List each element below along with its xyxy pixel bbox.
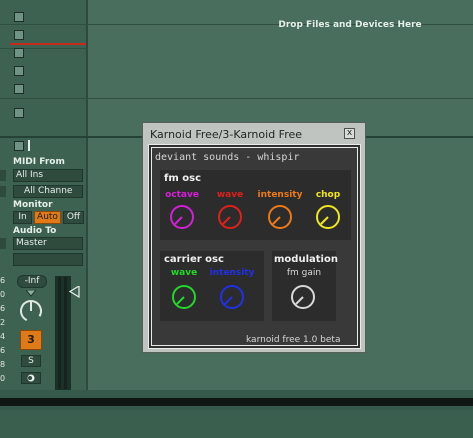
carrier-osc-title: carrier osc bbox=[164, 254, 224, 265]
midi-channel-value: All Channe bbox=[24, 186, 73, 196]
pan-knob[interactable] bbox=[18, 298, 44, 324]
monitor-off-button[interactable]: Off bbox=[63, 211, 84, 224]
dropdown-arrow-icon[interactable] bbox=[0, 238, 6, 249]
preset-header: deviant sounds - whispir bbox=[155, 152, 300, 163]
track-activator-button[interactable]: 3 bbox=[20, 330, 42, 350]
meter-scale-label: 4 bbox=[0, 332, 6, 341]
plugin-frame: deviant sounds - whispir fm osc octave w… bbox=[148, 144, 361, 349]
track-activator-checkbox[interactable] bbox=[14, 12, 24, 22]
meter-scale-label: 8 bbox=[0, 360, 6, 369]
fm-wave-knob[interactable] bbox=[217, 204, 243, 230]
pan-indicator-icon bbox=[26, 290, 36, 297]
fm-osc-panel: fm osc octave wave intensity chop bbox=[160, 170, 351, 240]
modulation-title: modulation bbox=[274, 254, 338, 265]
overview-area bbox=[0, 410, 473, 438]
meter-scale-label: 6 bbox=[0, 346, 6, 355]
fm-chop-knob[interactable] bbox=[315, 204, 341, 230]
solo-button[interactable]: S bbox=[21, 355, 41, 367]
close-button[interactable]: x bbox=[344, 128, 355, 139]
audio-to-label: Audio To bbox=[13, 226, 57, 236]
carrier-wave-knob[interactable] bbox=[171, 284, 197, 310]
carrier-intensity-knob[interactable] bbox=[219, 284, 245, 310]
fm-octave-label: octave bbox=[165, 190, 199, 200]
fm-intensity-knob[interactable] bbox=[267, 204, 293, 230]
fm-gain-knob[interactable] bbox=[290, 284, 316, 310]
track-activator-checkbox[interactable] bbox=[14, 66, 24, 76]
volume-display[interactable]: -Inf bbox=[17, 275, 47, 288]
drop-files-hint: Drop Files and Devices Here bbox=[278, 20, 422, 30]
window-title[interactable]: Karnoid Free/3-Karnoid Free bbox=[150, 128, 302, 141]
dropdown-arrow-icon[interactable] bbox=[0, 186, 6, 197]
dropdown-arrow-icon[interactable] bbox=[0, 170, 6, 181]
fm-gain-label: fm gain bbox=[286, 268, 322, 278]
track-activator-checkbox[interactable] bbox=[14, 84, 24, 94]
meter-scale-label: 2 bbox=[0, 318, 6, 327]
track-activator-checkbox[interactable] bbox=[14, 30, 24, 40]
midi-from-label: MIDI From bbox=[13, 157, 65, 167]
scrollbar-track[interactable] bbox=[0, 398, 473, 406]
fm-osc-title: fm osc bbox=[164, 173, 202, 184]
monitor-auto-button[interactable]: Auto bbox=[34, 211, 61, 224]
modulation-panel: modulation fm gain bbox=[272, 251, 338, 321]
fm-chop-label: chop bbox=[315, 190, 341, 200]
monitor-label: Monitor bbox=[13, 200, 53, 210]
track-activator-checkbox[interactable] bbox=[14, 141, 24, 151]
meter-scale-label: 6 bbox=[0, 276, 6, 285]
track-activator-checkbox[interactable] bbox=[14, 108, 24, 118]
playhead-marker bbox=[10, 43, 86, 45]
fm-wave-label: wave bbox=[216, 190, 244, 200]
plugin-window: Karnoid Free/3-Karnoid Free x deviant so… bbox=[142, 122, 366, 353]
carrier-intensity-label: intensity bbox=[209, 268, 255, 278]
track-activator-checkbox[interactable] bbox=[14, 48, 24, 58]
audio-to-channel-select[interactable] bbox=[13, 253, 83, 266]
meter-scale-label: 0 bbox=[0, 374, 6, 383]
record-icon bbox=[27, 374, 35, 382]
plugin-version-label: karnoid free 1.0 beta bbox=[246, 335, 341, 345]
carrier-wave-label: wave bbox=[170, 268, 198, 278]
volume-fader-handle-icon[interactable] bbox=[69, 286, 80, 298]
midi-channel-select[interactable]: All Channe bbox=[13, 185, 83, 198]
record-arm-button[interactable] bbox=[21, 372, 41, 384]
fm-intensity-label: intensity bbox=[257, 190, 303, 200]
audio-to-select[interactable]: Master bbox=[13, 237, 83, 250]
row-divider bbox=[0, 98, 473, 99]
column-divider bbox=[86, 0, 88, 390]
meter-scale-label: 0 bbox=[0, 290, 6, 299]
carrier-osc-panel: carrier osc wave intensity bbox=[160, 251, 264, 321]
fm-octave-knob[interactable] bbox=[169, 204, 195, 230]
monitor-in-button[interactable]: In bbox=[13, 211, 32, 224]
midi-from-select[interactable]: All Ins bbox=[13, 169, 83, 182]
meter-scale-label: 6 bbox=[0, 304, 6, 313]
text-cursor bbox=[28, 140, 30, 151]
plugin-body: deviant sounds - whispir fm osc octave w… bbox=[151, 147, 358, 346]
